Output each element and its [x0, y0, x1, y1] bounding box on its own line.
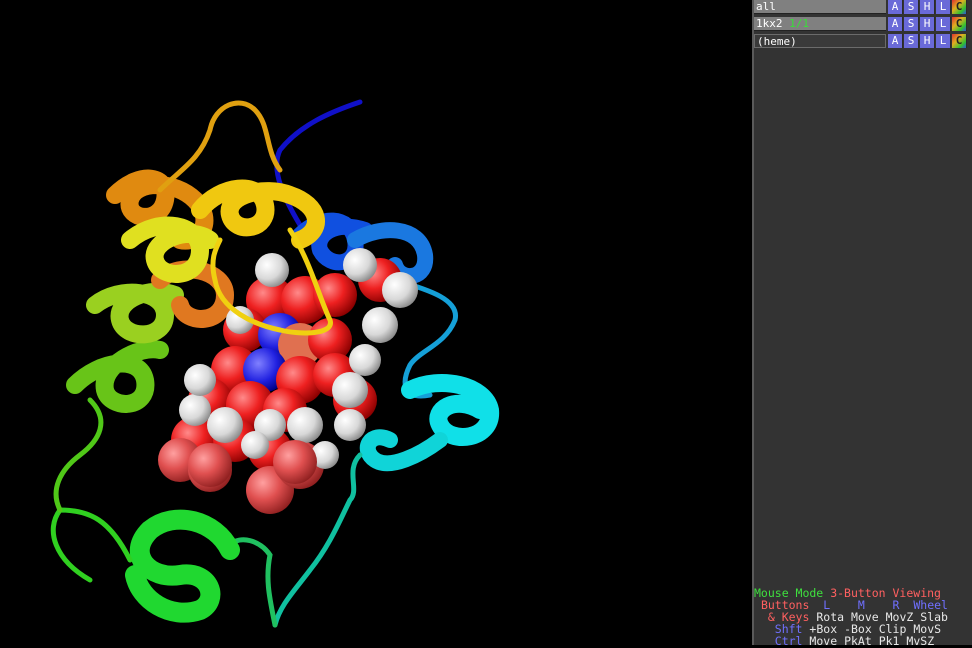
object-row-1kx2: 1kx2 1/1 A S H L C — [754, 17, 972, 33]
object-panel: all A S H L C 1kx2 1/1 A S H L C (heme) … — [754, 0, 972, 647]
object-name-heme[interactable]: (heme) — [754, 34, 886, 48]
ctrl-line: Ctrl Move PkAt Pk1 MvSZ — [754, 635, 972, 647]
heme-spheres — [158, 248, 418, 514]
show-button[interactable]: S — [904, 17, 919, 31]
ctrl-wheel: MvSZ — [906, 634, 935, 648]
object-label: (heme) — [757, 35, 797, 48]
object-name-all[interactable]: all — [754, 0, 886, 14]
object-name-1kx2[interactable]: 1kx2 1/1 — [754, 17, 886, 31]
molecular-viewport[interactable] — [0, 0, 752, 645]
ctrl-m: PkAt — [844, 634, 872, 648]
object-label: all — [756, 0, 776, 13]
color-button[interactable]: C — [952, 17, 967, 31]
ctrl-label: Ctrl — [774, 634, 803, 648]
color-button[interactable]: C — [952, 0, 967, 14]
hide-button[interactable]: H — [920, 0, 935, 14]
hide-button[interactable]: H — [920, 17, 935, 31]
label-button[interactable]: L — [936, 34, 951, 48]
mouse-mode-info[interactable]: Mouse Mode 3-Button Viewing Buttons L M … — [754, 587, 972, 647]
label-button[interactable]: L — [936, 0, 951, 14]
ctrl-r: Pk1 — [878, 634, 900, 648]
object-state: 1/1 — [789, 17, 809, 30]
ctrl-l: Move — [809, 634, 838, 648]
color-button[interactable]: C — [952, 34, 967, 48]
action-button[interactable]: A — [888, 17, 903, 31]
show-button[interactable]: S — [904, 0, 919, 14]
object-row-all: all A S H L C — [754, 0, 972, 16]
object-row-heme: (heme) A S H L C — [754, 34, 972, 50]
object-label: 1kx2 — [756, 17, 783, 30]
action-button[interactable]: A — [888, 34, 903, 48]
action-button[interactable]: A — [888, 0, 903, 14]
hide-button[interactable]: H — [920, 34, 935, 48]
show-button[interactable]: S — [904, 34, 919, 48]
protein-cartoon-render — [50, 99, 499, 628]
label-button[interactable]: L — [936, 17, 951, 31]
